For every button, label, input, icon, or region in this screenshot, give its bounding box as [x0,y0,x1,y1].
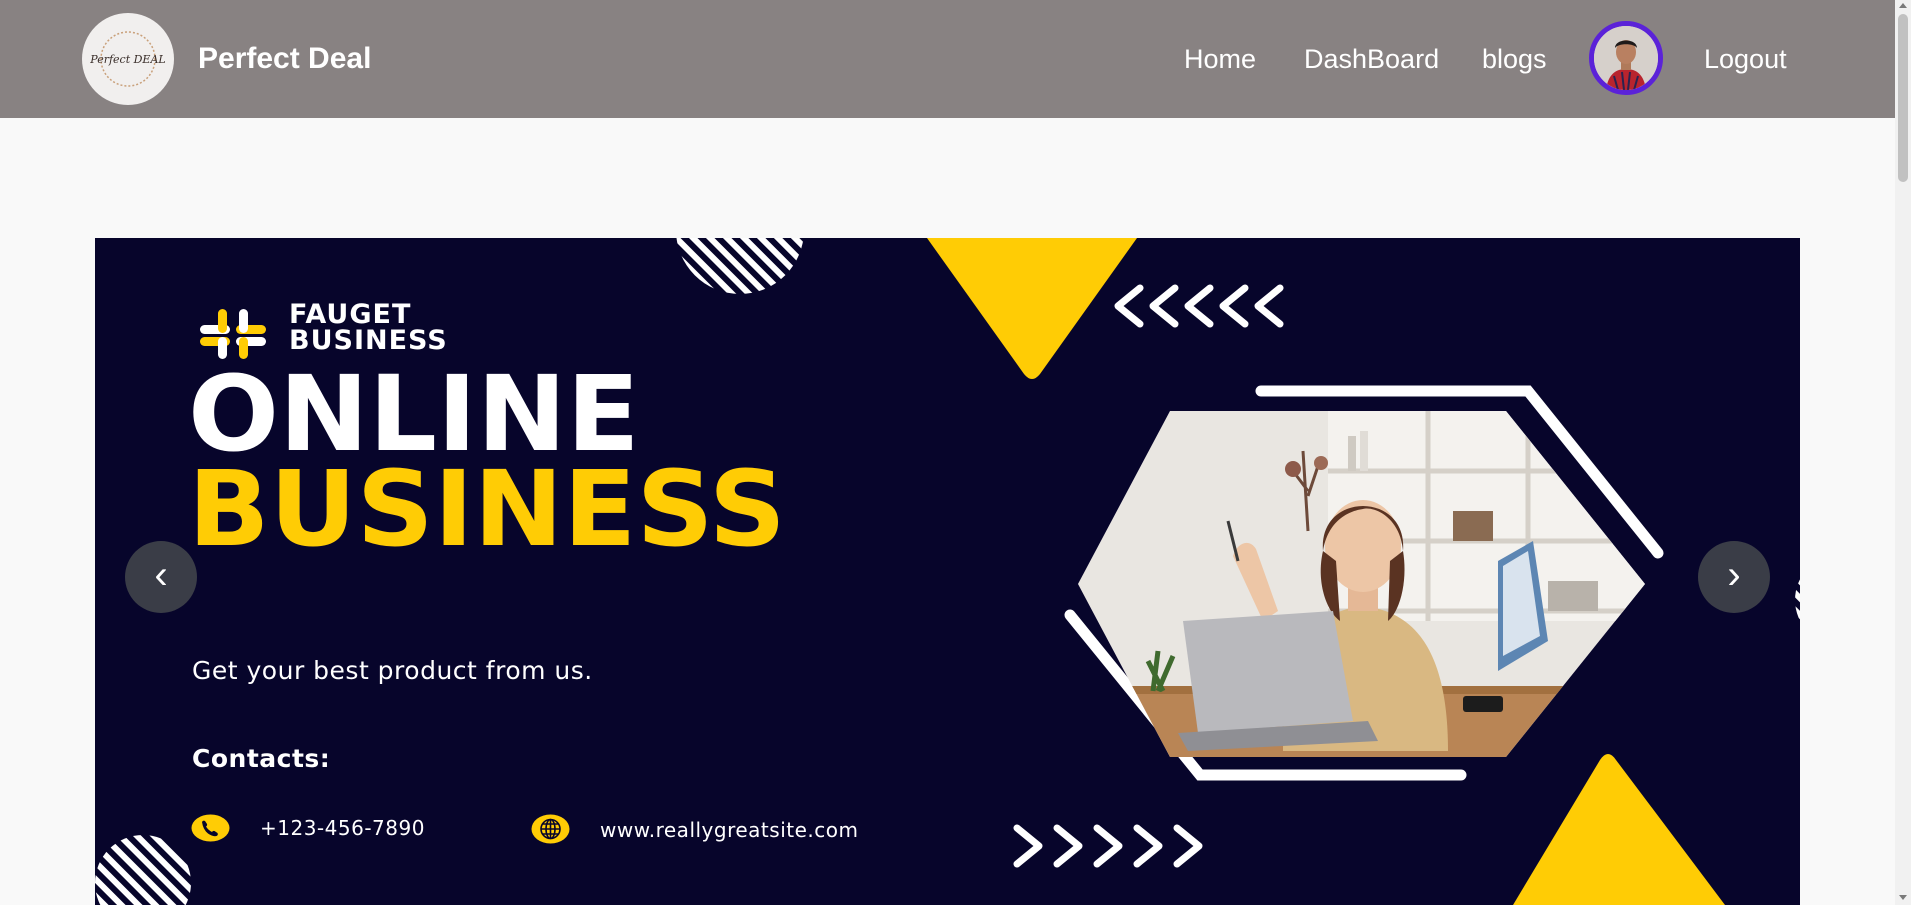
nav-link-blogs[interactable]: blogs [1482,43,1547,75]
avatar-icon [1594,26,1658,90]
brand-name[interactable]: Perfect Deal [198,42,371,76]
chevron-left-icon: ‹ [154,553,168,597]
user-avatar[interactable] [1589,21,1663,95]
vertical-scrollbar[interactable] [1895,0,1911,905]
brand-logo-icon[interactable]: Perfect DEAL [82,13,174,105]
hero-photo-woman-laptop [1078,411,1645,757]
slide-website: www.reallygreatsite.com [600,818,859,842]
carousel-slide-banner: FAUGET BUSINESS ONLINE BUSINESS Get your… [95,238,1800,905]
svg-text:Perfect DEAL: Perfect DEAL [89,53,165,66]
slide-tagline: Get your best product from us. [192,656,593,685]
carousel-next-button[interactable]: › [1698,541,1770,613]
nav-link-logout[interactable]: Logout [1704,43,1787,75]
chevron-right-icon: › [1727,553,1741,597]
slide-brand-name: FAUGET BUSINESS [289,301,448,356]
slide-contacts-title: Contacts: [192,744,331,773]
scroll-thumb[interactable] [1898,14,1908,182]
nav-link-dashboard[interactable]: DashBoard [1304,43,1439,75]
scroll-down-arrow-icon[interactable] [1899,895,1907,900]
slide-phone-number: +123-456-7890 [260,816,425,840]
globe-icon [531,814,570,844]
slide-brand-line-2: BUSINESS [289,325,448,356]
slide-headline-line-2: BUSINESS [188,448,786,570]
navbar: Perfect DEAL Perfect Deal Home DashBoard… [0,0,1895,118]
phone-icon [191,814,230,842]
carousel-prev-button[interactable]: ‹ [125,541,197,613]
nav-link-home[interactable]: Home [1184,43,1256,75]
scroll-up-arrow-icon[interactable] [1899,3,1907,8]
